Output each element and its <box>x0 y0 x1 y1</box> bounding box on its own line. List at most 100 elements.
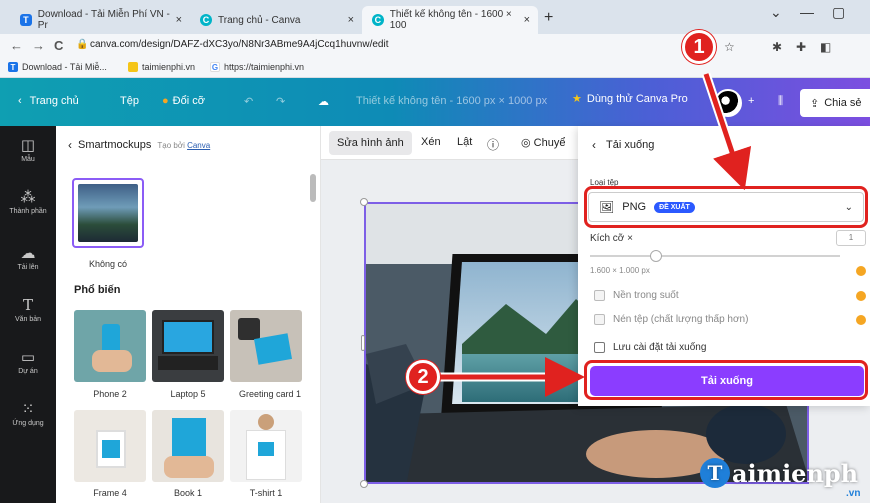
browser-tab-canva-home[interactable]: C Trang chủ - Canva × <box>190 6 362 34</box>
upload-cloud-icon: ☁ <box>20 245 36 262</box>
file-menu[interactable]: Tệp <box>120 95 139 107</box>
rail-item-projects[interactable]: ▭ Dự án <box>0 348 56 375</box>
crown-icon <box>856 315 866 325</box>
try-pro-button[interactable]: ★ Dùng thử Canva Pro <box>572 92 688 106</box>
undo-icon[interactable]: ↶ <box>244 95 253 108</box>
animate-button[interactable]: ◎ Chuyể <box>521 136 565 149</box>
watermark-suffix: .vn <box>846 488 861 499</box>
lock-icon[interactable]: 🔒 <box>76 39 88 50</box>
resize-handle-left[interactable] <box>361 335 365 351</box>
tab-close-icon[interactable]: × <box>348 14 354 26</box>
home-label: Trang chủ <box>29 95 79 107</box>
mockup-label: Book 1 <box>173 488 203 498</box>
checkbox[interactable] <box>594 342 605 353</box>
resize-button[interactable]: ● Đổi cỡ <box>162 95 205 107</box>
chevron-left-icon[interactable]: ‹ <box>68 138 72 152</box>
new-tab-button[interactable]: + <box>544 9 553 27</box>
tab-close-icon[interactable]: × <box>524 14 530 26</box>
rail-item-uploads[interactable]: ☁ Tải lên <box>0 244 56 271</box>
edit-image-button[interactable]: Sửa hình ảnh <box>329 131 412 155</box>
save-settings-option[interactable]: Lưu cài đặt tải xuống <box>594 342 706 353</box>
highlight-download-button <box>584 360 868 400</box>
mockup-greeting-card-1[interactable] <box>230 310 302 382</box>
maximize-icon[interactable]: ▢ <box>832 4 845 21</box>
rail-item-elements[interactable]: ⁂ Thành phần <box>0 188 56 215</box>
rail-label: Văn bản <box>14 316 42 323</box>
resize-handle-bottom-left[interactable] <box>360 480 368 488</box>
laptop-screen-shape <box>162 320 214 354</box>
mockup-frame-4[interactable] <box>74 410 146 482</box>
slider-knob[interactable] <box>650 250 662 262</box>
design-title[interactable]: Thiết kế không tên - 1600 px × 1000 px <box>356 95 547 107</box>
transparent-bg-option[interactable]: Nền trong suốt <box>594 290 679 301</box>
mockup-none-thumbnail[interactable] <box>72 178 144 248</box>
chevron-left-icon[interactable]: ‹ <box>592 138 596 152</box>
back-icon[interactable]: ← <box>10 38 23 53</box>
template-icon: ◫ <box>20 137 36 154</box>
mockup-laptop-5[interactable] <box>152 310 224 382</box>
add-collaborator-icon[interactable]: + <box>748 95 754 107</box>
cloud-saved-icon[interactable]: ☁ <box>318 95 329 108</box>
bookmark-item[interactable]: T Download - Tải Miễ... <box>8 62 107 72</box>
checkbox[interactable] <box>594 314 605 325</box>
rail-item-text[interactable]: T Văn bản <box>0 296 56 323</box>
tab-close-icon[interactable]: × <box>176 14 182 26</box>
crop-button[interactable]: Xén <box>421 136 441 148</box>
tab-label: Download - Tải Miễn Phí VN - Pr <box>37 9 170 31</box>
text-icon: T <box>22 296 33 314</box>
mockup-book-1[interactable] <box>152 410 224 482</box>
rail-label: Ứng dụng <box>12 420 44 427</box>
minimize-icon[interactable]: — <box>800 4 814 20</box>
step-1-badge: 1 <box>682 30 716 64</box>
try-pro-label: Dùng thử Canva Pro <box>586 92 688 105</box>
head-shape <box>258 414 274 430</box>
dimensions-text: 1.600 × 1.000 px <box>590 266 650 275</box>
apps-icon: ⁙ <box>21 401 35 418</box>
download-header[interactable]: ‹ Tải xuống <box>592 138 654 152</box>
panel-header[interactable]: ‹ Smartmockups Tạo bởi Canva <box>68 138 210 152</box>
mockup-phone-2[interactable] <box>74 310 146 382</box>
compress-option[interactable]: Nén tệp (chất lượng thấp hơn) <box>594 314 748 325</box>
rail-item-templates[interactable]: ◫ Mẫu <box>0 136 56 163</box>
avatar[interactable] <box>714 89 742 117</box>
resize-label: Đổi cỡ <box>172 95 205 107</box>
browser-tab-design[interactable]: C Thiết kế không tên - 1600 × 100 × <box>362 6 538 34</box>
tab-label: Thiết kế không tên - 1600 × 100 <box>389 9 512 31</box>
forward-icon[interactable]: → <box>32 38 45 53</box>
tab-list-chevron-icon[interactable]: ⌄ <box>770 4 782 21</box>
checkbox[interactable] <box>594 290 605 301</box>
resize-handle-top-left[interactable] <box>360 198 368 206</box>
author-link[interactable]: Canva <box>187 141 210 150</box>
reload-icon[interactable]: C <box>54 38 63 53</box>
browser-tab-download[interactable]: T Download - Tải Miễn Phí VN - Pr × <box>10 6 190 34</box>
home-button[interactable]: ‹ Trang chủ <box>18 95 79 107</box>
size-slider[interactable] <box>590 250 840 262</box>
bookmark-star-icon[interactable]: ☆ <box>724 40 735 54</box>
info-icon[interactable]: ⓘ <box>487 136 499 153</box>
step-2-badge: 2 <box>406 360 440 394</box>
watermark-text: aimienph <box>732 458 859 488</box>
size-input[interactable]: 1 <box>836 230 866 246</box>
mockup-t-shirt-1[interactable] <box>230 410 302 482</box>
url-field[interactable]: canva.com/design/DAFZ-dXC3yo/N8Nr3ABme9A… <box>90 39 388 50</box>
rail-item-apps[interactable]: ⁙ Ứng dụng <box>0 400 56 427</box>
bookmark-label: Download - Tải Miễ... <box>22 62 107 72</box>
panel-author: Tạo bởi Canva <box>157 141 210 150</box>
extensions-puzzle-icon[interactable]: ✚ <box>796 40 806 54</box>
sidebar-icon[interactable]: ◧ <box>820 40 831 54</box>
extension-icon[interactable]: ✱ <box>772 40 782 54</box>
hand-shape <box>92 350 132 372</box>
elements-icon: ⁂ <box>20 189 36 206</box>
bookmark-item[interactable]: taimienphi.vn <box>128 62 195 72</box>
share-button[interactable]: ⇪ Chia sẻ <box>800 89 870 117</box>
bookmark-item[interactable]: G https://taimienphi.vn <box>210 62 304 72</box>
redo-icon[interactable]: ↷ <box>276 95 285 108</box>
analytics-icon[interactable]: ⫼ <box>778 95 783 108</box>
watermark-logo: T aimienph <box>700 458 858 488</box>
laptop-photo-thumbnail <box>78 184 138 242</box>
shirt-print-shape <box>258 442 274 456</box>
panel-scrollbar[interactable] <box>310 174 316 202</box>
flip-button[interactable]: Lật <box>457 136 472 148</box>
star-icon: ★ <box>572 93 582 105</box>
bookmark-favicon-icon: T <box>8 62 18 72</box>
